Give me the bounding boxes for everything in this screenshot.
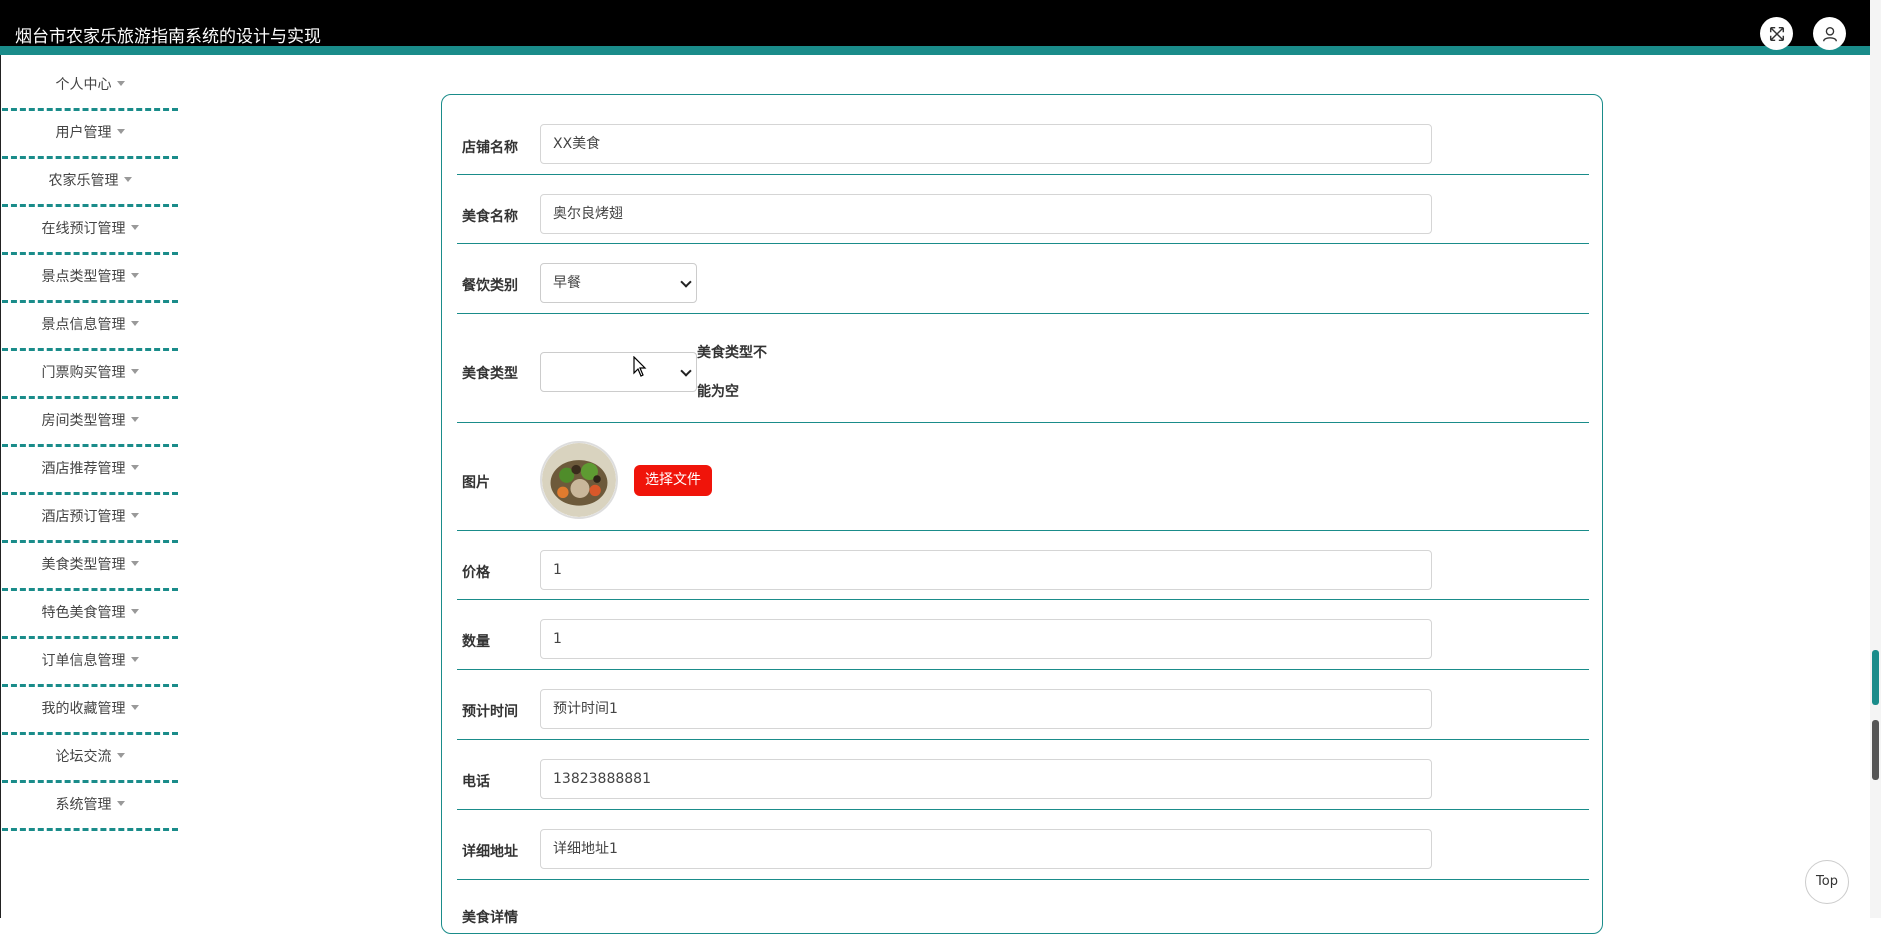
price-label: 价格	[462, 565, 490, 581]
sidebar-item-room-types[interactable]: 房间类型管理	[2, 401, 178, 447]
sidebar-item-spot-info[interactable]: 景点信息管理	[2, 305, 178, 351]
caret-down-icon	[116, 129, 125, 134]
user-icon	[1822, 26, 1837, 41]
sidebar-item-forum[interactable]: 论坛交流	[2, 737, 178, 783]
sidebar-item-favorites[interactable]: 我的收藏管理	[2, 689, 178, 735]
caret-down-icon	[123, 177, 132, 182]
food-name-label: 美食名称	[462, 209, 518, 225]
dining-category-select[interactable]: 早餐	[540, 263, 697, 303]
est-time-label: 预计时间	[462, 704, 518, 720]
caret-down-icon	[130, 513, 139, 518]
mouse-cursor-icon	[633, 356, 647, 377]
page-scrollbar[interactable]	[1870, 0, 1881, 918]
sidebar-item-food-types[interactable]: 美食类型管理	[2, 545, 178, 591]
fullscreen-button[interactable]	[1760, 17, 1793, 50]
sidebar-item-label: 房间类型管理	[41, 412, 126, 429]
food-name-input[interactable]: 奥尔良烤翅	[540, 194, 1432, 234]
sidebar-item-label: 用户管理	[55, 124, 112, 141]
sidebar-item-label: 个人中心	[55, 76, 112, 93]
chevron-down-icon	[680, 365, 692, 377]
fullscreen-icon	[1769, 26, 1784, 41]
form-row-price: 价格 1	[457, 531, 1589, 600]
top-header: 烟台市农家乐旅游指南系统的设计与实现	[0, 0, 1870, 55]
caret-down-icon	[130, 417, 139, 422]
sidebar-item-label: 我的收藏管理	[41, 700, 126, 717]
back-to-top-button[interactable]: Top	[1805, 860, 1849, 904]
caret-down-icon	[116, 801, 125, 806]
sidebar-item-label: 农家乐管理	[48, 172, 119, 189]
sidebar-item-online-booking[interactable]: 在线预订管理	[2, 209, 178, 255]
caret-down-icon	[130, 657, 139, 662]
quantity-label: 数量	[462, 634, 490, 650]
food-image	[540, 441, 618, 519]
caret-down-icon	[130, 705, 139, 710]
sidebar-item-label: 酒店推荐管理	[41, 460, 126, 477]
user-profile-button[interactable]	[1813, 17, 1846, 50]
choose-file-button[interactable]: 选择文件	[634, 465, 712, 496]
food-type-label: 美食类型	[462, 366, 518, 382]
sidebar-item-label: 景点类型管理	[41, 268, 126, 285]
form-row-image: 图片 选择文件	[457, 423, 1589, 531]
form-row-est-time: 预计时间 预计时间1	[457, 670, 1589, 740]
caret-down-icon	[116, 753, 125, 758]
sidebar-item-users[interactable]: 用户管理	[2, 113, 178, 159]
sidebar-item-system[interactable]: 系统管理	[2, 785, 178, 831]
phone-label: 电话	[462, 774, 490, 790]
form-row-food-name: 美食名称 奥尔良烤翅	[457, 175, 1589, 244]
address-label: 详细地址	[462, 844, 518, 860]
food-type-error-line2: 能为空	[697, 384, 739, 400]
form-row-shop-name: 店铺名称 XX美食	[457, 122, 1589, 175]
shop-name-label: 店铺名称	[462, 140, 518, 156]
price-input[interactable]: 1	[540, 550, 1432, 590]
sidebar-item-label: 美食类型管理	[41, 556, 126, 573]
shop-name-input[interactable]: XX美食	[540, 124, 1432, 164]
scrollbar-thumb-secondary[interactable]	[1872, 720, 1879, 780]
address-input[interactable]: 详细地址1	[540, 829, 1432, 869]
image-label: 图片	[462, 475, 490, 491]
sidebar-item-label: 特色美食管理	[41, 604, 126, 621]
caret-down-icon	[116, 81, 125, 86]
sidebar-item-label: 门票购买管理	[41, 364, 126, 381]
sidebar-item-tickets[interactable]: 门票购买管理	[2, 353, 178, 399]
sidebar-item-label: 论坛交流	[55, 748, 112, 765]
sidebar-item-label: 酒店预订管理	[41, 508, 126, 525]
sidebar-item-label: 景点信息管理	[41, 316, 126, 333]
caret-down-icon	[130, 321, 139, 326]
sidebar-item-special-food[interactable]: 特色美食管理	[2, 593, 178, 639]
caret-down-icon	[130, 273, 139, 278]
dining-category-value: 早餐	[553, 275, 581, 291]
detail-label: 美食详情	[462, 910, 518, 926]
caret-down-icon	[130, 609, 139, 614]
sidebar-item-spot-types[interactable]: 景点类型管理	[2, 257, 178, 303]
sidebar-item-farmstay[interactable]: 农家乐管理	[2, 161, 178, 207]
sidebar-item-hotel-booking[interactable]: 酒店预订管理	[2, 497, 178, 543]
form-row-phone: 电话 13823888881	[457, 740, 1589, 810]
caret-down-icon	[130, 465, 139, 470]
caret-down-icon	[130, 561, 139, 566]
food-type-error-line1: 美食类型不	[697, 345, 767, 361]
form-row-quantity: 数量 1	[457, 600, 1589, 670]
scrollbar-thumb[interactable]	[1872, 650, 1879, 705]
caret-down-icon	[130, 369, 139, 374]
est-time-input[interactable]: 预计时间1	[540, 689, 1432, 729]
sidebar-item-hotel-recommend[interactable]: 酒店推荐管理	[2, 449, 178, 495]
form-row-dining-category: 餐饮类别 早餐	[457, 244, 1589, 314]
phone-input[interactable]: 13823888881	[540, 759, 1432, 799]
sidebar-item-personal-center[interactable]: 个人中心	[2, 65, 178, 111]
sidebar-item-label: 订单信息管理	[41, 652, 126, 669]
form-row-address: 详细地址 详细地址1	[457, 810, 1589, 880]
caret-down-icon	[130, 225, 139, 230]
sidebar-item-label: 在线预订管理	[41, 220, 126, 237]
app-title: 烟台市农家乐旅游指南系统的设计与实现	[15, 27, 321, 47]
chevron-down-icon	[680, 276, 692, 288]
quantity-input[interactable]: 1	[540, 619, 1432, 659]
dining-category-label: 餐饮类别	[462, 278, 518, 294]
sidebar-item-label: 系统管理	[55, 796, 112, 813]
sidebar-menu: 个人中心 用户管理 农家乐管理 在线预订管理 景点类型管理 景点信息管理 门票购…	[2, 65, 178, 833]
sidebar-item-orders[interactable]: 订单信息管理	[2, 641, 178, 687]
left-edge	[0, 55, 1, 918]
food-type-select[interactable]	[540, 352, 697, 392]
form-row-food-type: 美食类型 美食类型不 能为空	[457, 314, 1589, 423]
